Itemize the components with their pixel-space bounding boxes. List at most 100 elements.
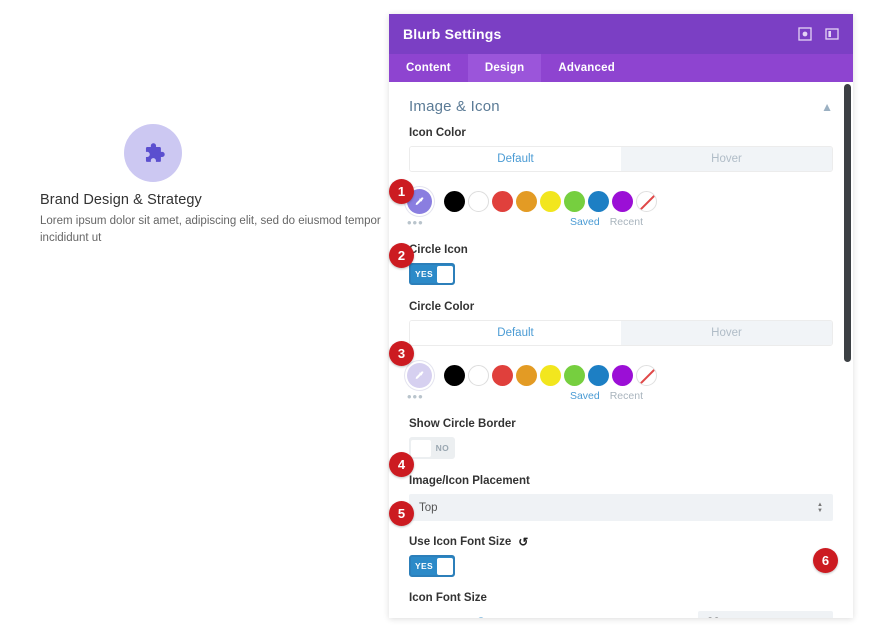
panel-tabs: Content Design Advanced (389, 54, 853, 82)
annotation-badge-1: 1 (389, 179, 414, 204)
field-circle-icon: Circle Icon YES (389, 244, 853, 285)
swatch-yellow[interactable] (540, 364, 561, 386)
panel-body: Image & Icon ▲ Icon Color Default Hover (389, 82, 853, 618)
circle-color-mode-switch: Default Hover (409, 320, 833, 346)
panel-title: Blurb Settings (403, 26, 502, 42)
placement-select[interactable]: Top ▲ ▼ (409, 494, 833, 521)
circle-color-selected-swatch[interactable] (407, 362, 432, 388)
swatch-white[interactable] (468, 364, 489, 386)
scrollbar-thumb[interactable] (844, 84, 851, 362)
panel-header: Blurb Settings (389, 14, 853, 54)
swatch-orange[interactable] (516, 190, 537, 212)
screen: Brand Design & Strategy Lorem ipsum dolo… (0, 0, 880, 636)
more-colors-icon[interactable]: ••• (407, 215, 570, 230)
puzzle-piece-icon (145, 143, 165, 162)
settings-scroll-area: Image & Icon ▲ Icon Color Default Hover (389, 82, 853, 618)
icon-color-palette-links: Saved Recent (570, 216, 853, 228)
swatch-green[interactable] (564, 190, 585, 212)
annotation-badge-6: 6 (813, 548, 838, 573)
icon-color-swatch-footer: ••• Saved Recent (407, 214, 853, 230)
tab-content[interactable]: Content (389, 54, 468, 82)
blurb-title: Brand Design & Strategy (40, 192, 202, 208)
swatch-none[interactable] (636, 190, 657, 212)
placement-label: Image/Icon Placement (409, 475, 530, 487)
field-use-icon-font-size: Use Icon Font Size ↺ YES (389, 536, 853, 577)
circle-icon-toggle-value: YES (415, 269, 433, 279)
annotation-badge-5: 5 (389, 501, 414, 526)
annotation-badge-4: 4 (389, 452, 414, 477)
icon-font-size-input[interactable]: 32px (698, 611, 833, 618)
icon-font-size-label: Icon Font Size (409, 592, 487, 604)
tab-design[interactable]: Design (467, 54, 542, 82)
blurb-description: Lorem ipsum dolor sit amet, adipiscing e… (40, 215, 381, 244)
fullscreen-icon[interactable] (797, 27, 812, 42)
icon-color-saved-link[interactable]: Saved (570, 216, 600, 228)
more-colors-icon[interactable]: ••• (407, 389, 570, 404)
chevron-up-icon[interactable]: ▲ (821, 101, 833, 113)
field-show-circle-border: Show Circle Border NO (389, 418, 853, 459)
circle-color-label: Circle Color (409, 301, 475, 313)
swatch-green[interactable] (564, 364, 585, 386)
swatch-blue[interactable] (588, 364, 609, 386)
icon-color-recent-link[interactable]: Recent (610, 216, 643, 228)
blurb-settings-panel: Blurb Settings Content Design Advanced I… (389, 14, 853, 618)
slider-handle[interactable] (475, 617, 486, 618)
swatch-blue[interactable] (588, 190, 609, 212)
blurb-icon-circle (124, 124, 182, 182)
blurb-preview: Brand Design & Strategy Lorem ipsum dolo… (0, 0, 389, 636)
circle-color-palette-links: Saved Recent (570, 390, 853, 402)
swatch-red[interactable] (492, 364, 513, 386)
section-title: Image & Icon (409, 98, 500, 115)
layout-toggle-icon[interactable] (824, 27, 839, 42)
icon-color-mode-switch: Default Hover (409, 146, 833, 172)
circle-icon-toggle[interactable]: YES (409, 263, 455, 285)
swatch-white[interactable] (468, 190, 489, 212)
annotation-badge-3: 3 (389, 341, 414, 366)
circle-color-saved-link[interactable]: Saved (570, 390, 600, 402)
swatch-orange[interactable] (516, 364, 537, 386)
swatch-black[interactable] (444, 364, 465, 386)
field-circle-color: Circle Color Default Hover (389, 301, 853, 346)
annotation-badge-2: 2 (389, 243, 414, 268)
section-image-and-icon-header[interactable]: Image & Icon ▲ (389, 82, 853, 127)
tab-advanced[interactable]: Advanced (541, 54, 632, 82)
reset-arrow-icon[interactable]: ↺ (518, 536, 528, 548)
eyedropper-icon (415, 196, 424, 205)
field-image-icon-placement: Image/Icon Placement Top ▲ ▼ (389, 475, 853, 521)
icon-font-size-control: 32px (409, 611, 833, 618)
icon-font-size-value: 32px (707, 617, 732, 618)
use-icon-font-size-toggle[interactable]: YES (409, 555, 455, 577)
swatch-red[interactable] (492, 190, 513, 212)
circle-color-default-tab[interactable]: Default (410, 321, 621, 345)
swatch-purple[interactable] (612, 190, 633, 212)
placement-value: Top (419, 501, 438, 514)
icon-color-label: Icon Color (409, 127, 466, 139)
field-icon-font-size: Icon Font Size 32px (389, 592, 853, 618)
swatch-black[interactable] (444, 190, 465, 212)
use-icon-font-size-label: Use Icon Font Size ↺ (409, 536, 833, 548)
vertical-scrollbar[interactable] (844, 82, 851, 618)
swatch-none[interactable] (636, 364, 657, 386)
toggle-knob (436, 557, 453, 575)
panel-header-actions (797, 27, 839, 42)
circle-icon-label: Circle Icon (409, 244, 468, 256)
swatch-yellow[interactable] (540, 190, 561, 212)
circle-color-hover-tab[interactable]: Hover (621, 321, 832, 345)
circle-color-swatches (407, 360, 853, 390)
field-icon-color: Icon Color Default Hover (389, 127, 853, 172)
icon-color-swatches (407, 186, 853, 216)
updown-arrows-icon[interactable]: ▲ ▼ (817, 502, 823, 514)
use-icon-font-size-toggle-value: YES (415, 561, 433, 571)
eyedropper-icon (415, 370, 424, 379)
swatch-purple[interactable] (612, 364, 633, 386)
toggle-knob (436, 265, 453, 283)
show-circle-border-toggle-value: NO (435, 443, 449, 453)
circle-color-recent-link[interactable]: Recent (610, 390, 643, 402)
circle-color-swatch-footer: ••• Saved Recent (407, 388, 853, 404)
show-circle-border-label: Show Circle Border (409, 418, 516, 430)
icon-color-default-tab[interactable]: Default (410, 147, 621, 171)
show-circle-border-toggle[interactable]: NO (409, 437, 455, 459)
use-icon-font-size-text: Use Icon Font Size (409, 536, 512, 548)
icon-color-hover-tab[interactable]: Hover (621, 147, 832, 171)
toggle-knob (411, 439, 431, 457)
